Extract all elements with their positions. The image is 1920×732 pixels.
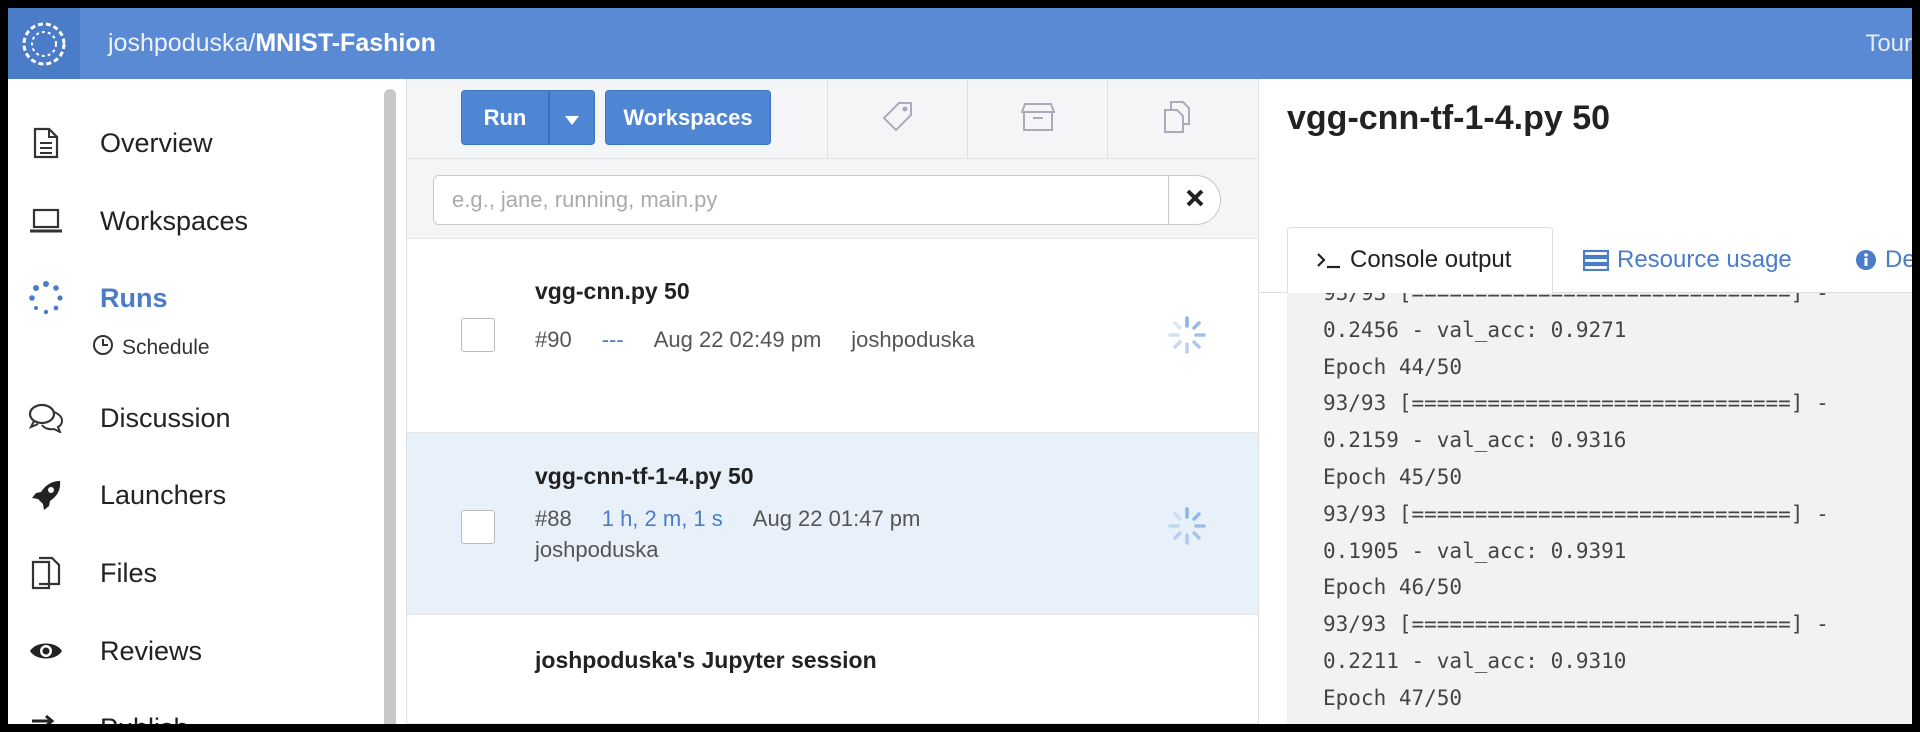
run-number[interactable]: #90 (535, 327, 572, 352)
run-select-checkbox[interactable] (461, 510, 495, 544)
run-duration: --- (601, 327, 624, 352)
tag-button[interactable] (827, 79, 967, 159)
sidebar-item-label: Publish (100, 713, 189, 725)
sidebar-scrollbar[interactable] (384, 89, 396, 724)
close-icon (1185, 188, 1205, 213)
breadcrumb: joshpoduska/MNIST-Fashion (108, 8, 436, 79)
sidebar-item-reviews[interactable]: Reviews (24, 629, 202, 673)
run-options-dropdown[interactable] (549, 90, 595, 145)
run-detail-panel: vgg-cnn-tf-1-4.py 50 Console output Reso… (1258, 79, 1912, 724)
domino-logo-icon[interactable] (8, 8, 80, 79)
files-icon (24, 551, 68, 595)
caret-down-icon (565, 105, 579, 131)
run-title[interactable]: vgg-cnn.py 50 (535, 278, 690, 305)
clear-search-button[interactable] (1169, 175, 1221, 225)
run-number[interactable]: #88 (535, 506, 572, 531)
compare-button[interactable] (1107, 79, 1247, 159)
run-user: joshpoduska (535, 537, 659, 562)
runs-search-input[interactable] (433, 175, 1169, 225)
sidebar-item-workspaces[interactable]: Workspaces (24, 199, 248, 243)
run-meta: #88 1 h, 2 m, 1 s Aug 22 01:47 pm (535, 506, 950, 532)
document-icon (24, 121, 68, 165)
run-detail-tabs: Console output Resource usage Details (1259, 213, 1912, 293)
tab-console-output[interactable]: Console output (1287, 227, 1553, 293)
run-title[interactable]: vgg-cnn-tf-1-4.py 50 (535, 463, 754, 490)
tab-resource-usage[interactable]: Resource usage (1583, 227, 1792, 293)
sidebar-item-discussion[interactable]: Discussion (24, 396, 231, 440)
run-button[interactable]: Run (461, 90, 549, 145)
run-detail-title: vgg-cnn-tf-1-4.py 50 (1287, 99, 1611, 137)
app-window: joshpoduska/MNIST-Fashion Tour Overview … (8, 8, 1912, 724)
rocket-icon (24, 473, 68, 517)
archive-icon (1020, 102, 1055, 137)
run-row-selected[interactable]: vgg-cnn-tf-1-4.py 50 #88 1 h, 2 m, 1 s Aug… (407, 433, 1259, 615)
run-row[interactable]: joshpoduska's Jupyter session (407, 615, 1259, 724)
sidebar-item-label: Runs (100, 282, 168, 313)
eye-icon (24, 629, 68, 673)
top-bar: joshpoduska/MNIST-Fashion Tour (8, 8, 1912, 79)
sidebar-item-label: Discussion (100, 402, 231, 433)
copy-compare-icon (1161, 100, 1195, 139)
tab-label: Resource usage (1617, 246, 1792, 273)
console-output[interactable]: 93/93 [==============================] -… (1287, 293, 1912, 724)
sidebar-item-runs[interactable]: Runs (24, 276, 168, 320)
workspaces-button[interactable]: Workspaces (605, 90, 771, 145)
run-select-checkbox[interactable] (461, 318, 495, 352)
runs-search-bar (407, 159, 1259, 239)
tab-label: Details (1885, 246, 1912, 273)
sidebar-subitem-label: Schedule (122, 336, 210, 359)
sidebar-item-files[interactable]: Files (24, 551, 157, 595)
running-spinner-icon (1167, 506, 1207, 546)
runs-panel: Run Workspaces e.g., jane, running, main… (406, 79, 1259, 724)
running-spinner-icon (1167, 315, 1207, 355)
publish-icon (24, 706, 68, 724)
sidebar-item-label: Files (100, 557, 158, 588)
run-duration: 1 h, 2 m, 1 s (601, 506, 723, 531)
run-title[interactable]: joshpoduska's Jupyter session (535, 647, 877, 674)
run-meta: #90 --- Aug 22 02:49 pm joshpoduska (535, 327, 1005, 353)
console-text: 93/93 [==============================] -… (1323, 293, 1829, 710)
archive-button[interactable] (967, 79, 1107, 159)
server-icon (1583, 249, 1609, 271)
sidebar-item-overview[interactable]: Overview (24, 121, 213, 165)
sidebar: Overview Workspaces Runs Schedule Discus… (8, 79, 400, 724)
sidebar-item-label: Workspaces (100, 205, 249, 236)
terminal-icon (1316, 250, 1342, 270)
breadcrumb-owner[interactable]: joshpoduska (108, 29, 248, 57)
tab-details[interactable]: Details (1855, 227, 1912, 293)
tour-link[interactable]: Tour (1865, 8, 1912, 79)
run-row[interactable]: vgg-cnn.py 50 #90 --- Aug 22 02:49 pm joshp… (407, 240, 1259, 433)
laptop-icon (24, 199, 68, 243)
breadcrumb-separator: / (248, 29, 256, 57)
clock-icon (92, 334, 114, 362)
run-date: Aug 22 01:47 pm (752, 506, 921, 531)
runs-spinner-icon (24, 276, 68, 320)
info-circle-icon (1855, 249, 1877, 271)
run-date: Aug 22 02:49 pm (653, 327, 822, 352)
sidebar-item-label: Overview (100, 127, 213, 158)
breadcrumb-project[interactable]: MNIST-Fashion (255, 29, 436, 57)
sidebar-item-publish[interactable]: Publish (24, 706, 189, 724)
sidebar-item-label: Launchers (100, 479, 227, 510)
chat-bubbles-icon (24, 396, 68, 440)
runs-toolbar: Run Workspaces (407, 79, 1259, 159)
tab-label: Console output (1350, 246, 1512, 273)
run-user: joshpoduska (851, 327, 975, 352)
tag-icon (881, 100, 915, 139)
sidebar-subitem-schedule[interactable]: Schedule (92, 333, 210, 363)
sidebar-item-launchers[interactable]: Launchers (24, 473, 226, 517)
sidebar-item-label: Reviews (100, 635, 203, 666)
